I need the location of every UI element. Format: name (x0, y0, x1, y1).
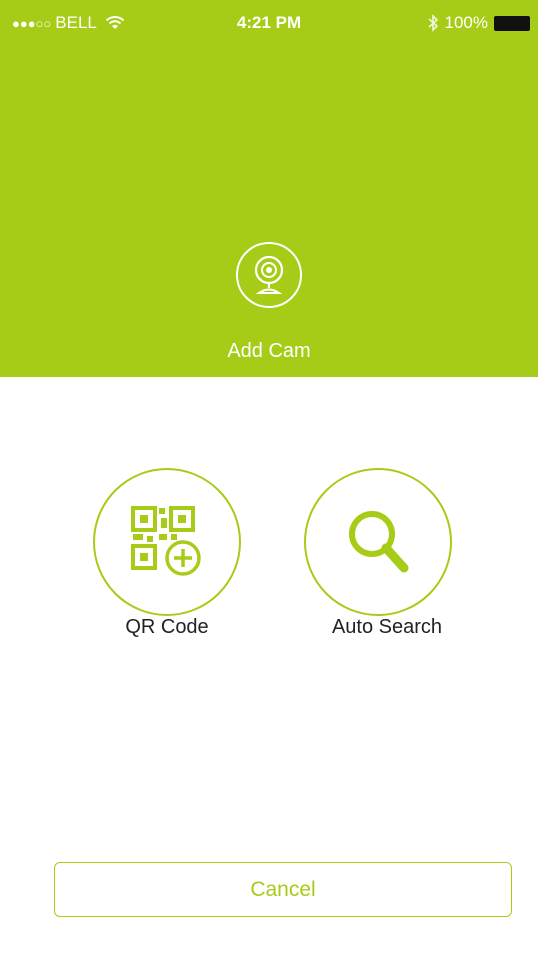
add-cam-screen: ●●●○○ BELL 4:21 PM 100% Add Cam QR Code … (0, 0, 538, 961)
webcam-glyph (254, 255, 284, 294)
qr-code-button[interactable] (93, 468, 241, 616)
battery-percent: 100% (444, 13, 488, 32)
magnifier-icon (349, 511, 409, 573)
battery-icon (494, 15, 530, 31)
qr-code-add-icon (131, 506, 201, 576)
header: ●●●○○ BELL 4:21 PM 100% Add Cam (0, 0, 538, 377)
auto-search-label: Auto Search (331, 616, 443, 638)
page-title: Add Cam (227, 340, 311, 362)
cancel-button[interactable]: Cancel (54, 862, 512, 917)
webcam-icon (236, 242, 302, 308)
status-bar: ●●●○○ BELL 4:21 PM 100% (0, 0, 538, 46)
bluetooth-icon (427, 14, 438, 32)
auto-search-button[interactable] (304, 468, 452, 616)
status-right: 100% (427, 13, 530, 33)
qr-code-label: QR Code (125, 616, 209, 638)
